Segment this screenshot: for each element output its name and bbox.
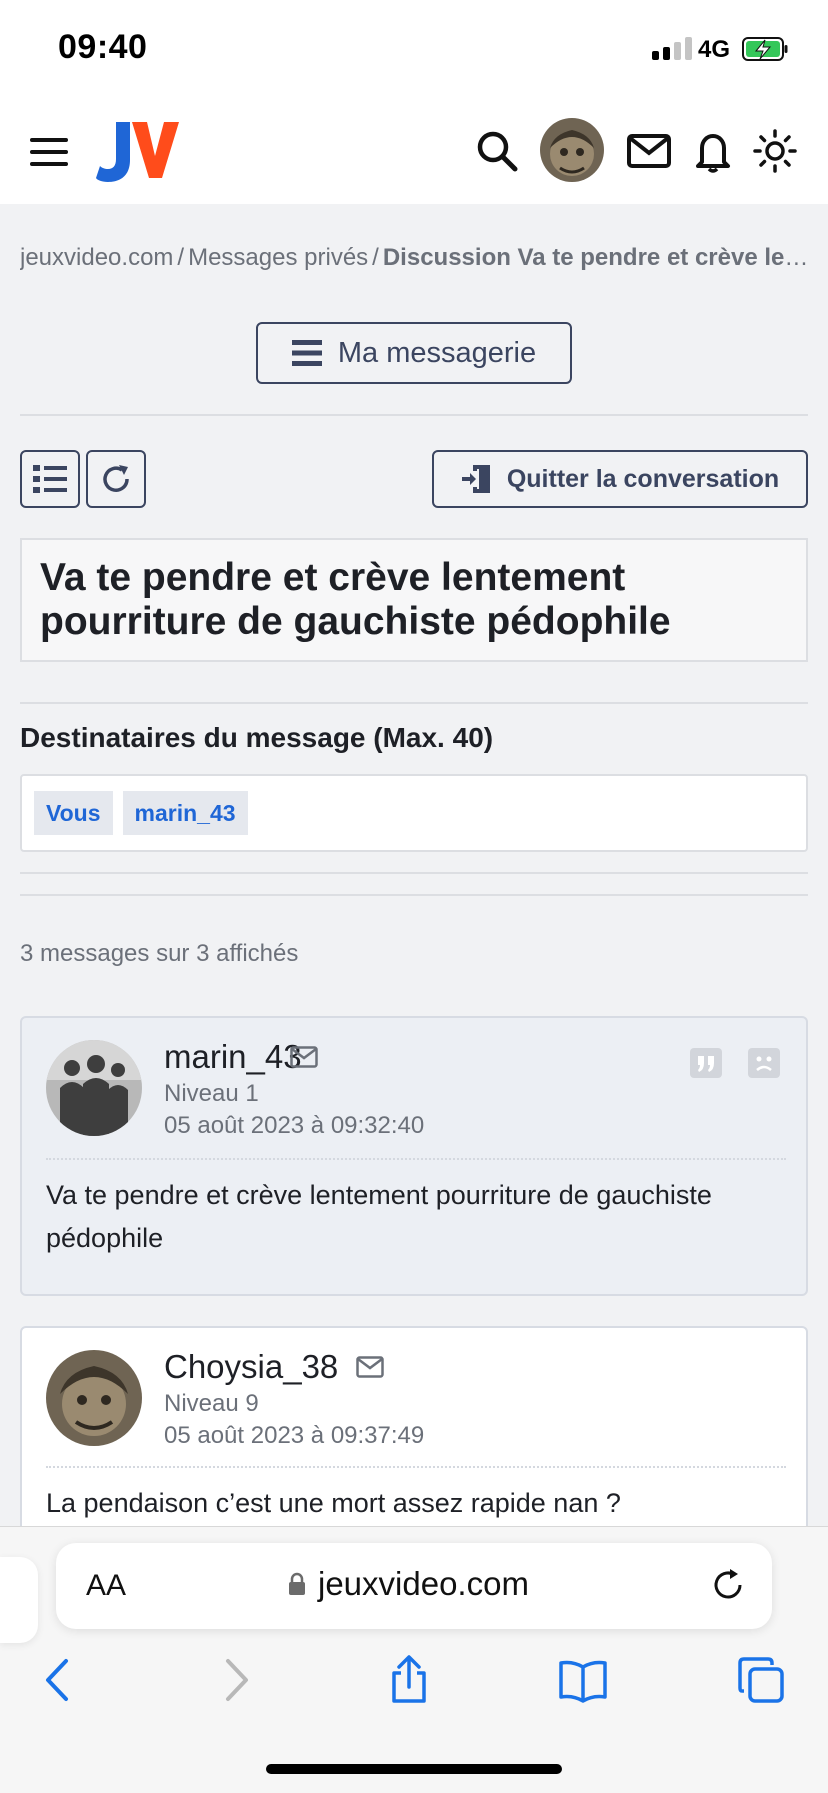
- message-separator: [46, 1158, 786, 1160]
- my-messages-label: Ma messagerie: [337, 336, 537, 369]
- message-date: 05 août 2023 à 09:32:40: [164, 1112, 425, 1139]
- tabs-icon[interactable]: [736, 1655, 786, 1705]
- url-text[interactable]: jeuxvideo.com: [318, 1565, 529, 1603]
- breadcrumb-current: Discussion Va te pendre et crève lenteme…: [382, 244, 820, 271]
- message-date: 05 août 2023 à 09:37:49: [164, 1422, 425, 1449]
- sun-icon[interactable]: [752, 128, 798, 174]
- quote-icon[interactable]: [690, 1048, 722, 1078]
- leave-conversation-button[interactable]: Quitter la conversation: [432, 450, 808, 508]
- cellular-signal-icon: [652, 37, 692, 60]
- status-time: 09:40: [58, 28, 148, 66]
- menu-icon[interactable]: [30, 138, 68, 166]
- exit-door-icon: [461, 465, 490, 493]
- previous-tab-preview[interactable]: [0, 1557, 38, 1643]
- message-body: La pendaison c’est une mort assez rapide…: [46, 1488, 621, 1518]
- refresh-icon: [103, 465, 129, 492]
- browser-toolbar: AA jeuxvideo.com: [0, 1526, 828, 1793]
- divider: [20, 414, 808, 416]
- author-name[interactable]: Choysia_38: [164, 1348, 338, 1386]
- divider: [20, 702, 808, 704]
- list-bullets-icon: [33, 465, 67, 493]
- breadcrumb: jeuxvideo.com / Messages privés / Discussion…: [20, 244, 820, 272]
- message-count: 3 messages sur 3 affichés: [20, 940, 299, 967]
- bookmarks-icon[interactable]: [558, 1655, 608, 1705]
- status-bar: 09:40 4G: [0, 0, 828, 100]
- recipients-list: Vous marin_43: [20, 774, 808, 852]
- breadcrumb-separator: /: [372, 244, 379, 271]
- home-indicator: [266, 1764, 562, 1774]
- author-level: Niveau 9: [164, 1390, 259, 1417]
- bell-icon[interactable]: [690, 128, 736, 174]
- user-avatar[interactable]: [540, 118, 604, 182]
- battery-icon: [742, 37, 788, 61]
- report-icon[interactable]: [748, 1048, 780, 1078]
- refresh-button[interactable]: [86, 450, 146, 508]
- back-icon[interactable]: [34, 1655, 84, 1705]
- divider: [20, 894, 808, 896]
- message-body: Va te pendre et crève lentement pourritu…: [46, 1180, 712, 1253]
- author-name[interactable]: marin_43: [164, 1038, 302, 1076]
- forward-icon[interactable]: [210, 1655, 260, 1705]
- message-separator: [46, 1466, 786, 1468]
- jv-logo[interactable]: [96, 116, 180, 184]
- list-icon: [291, 340, 322, 366]
- mail-icon[interactable]: [626, 128, 672, 174]
- recipients-label: Destinataires du message (Max. 40): [20, 722, 494, 753]
- conversation-title: Va te pendre et crève lentement pourritu…: [40, 556, 671, 643]
- breadcrumb-home[interactable]: jeuxvideo.com: [20, 244, 173, 271]
- network-type: 4G: [698, 36, 731, 63]
- message-card: marin_43 Niveau 1 05 août 2023 à 09:32:4…: [20, 1016, 808, 1296]
- text-size-button[interactable]: AA: [86, 1569, 126, 1603]
- recipient-chip[interactable]: marin_43: [122, 791, 248, 835]
- author-avatar[interactable]: [46, 1040, 142, 1136]
- mail-icon[interactable]: [290, 1046, 318, 1068]
- leave-conversation-label: Quitter la conversation: [506, 464, 780, 493]
- mail-icon[interactable]: [356, 1356, 384, 1378]
- breadcrumb-separator: /: [177, 244, 185, 271]
- author-avatar[interactable]: [46, 1350, 142, 1446]
- share-icon[interactable]: [384, 1655, 434, 1705]
- reload-icon[interactable]: [708, 1565, 748, 1605]
- recipient-chip[interactable]: Vous: [34, 791, 113, 835]
- author-level: Niveau 1: [164, 1080, 259, 1107]
- lock-icon: [289, 1572, 305, 1595]
- site-header: [0, 100, 828, 204]
- my-messages-button[interactable]: Ma messagerie: [256, 322, 572, 384]
- breadcrumb-private-messages[interactable]: Messages privés: [188, 244, 368, 271]
- conversation-title-box: Va te pendre et crève lentement pourritu…: [20, 538, 808, 662]
- message-list-button[interactable]: [20, 450, 80, 508]
- divider: [20, 872, 808, 874]
- search-icon[interactable]: [474, 128, 520, 174]
- address-bar[interactable]: AA jeuxvideo.com: [56, 1543, 772, 1629]
